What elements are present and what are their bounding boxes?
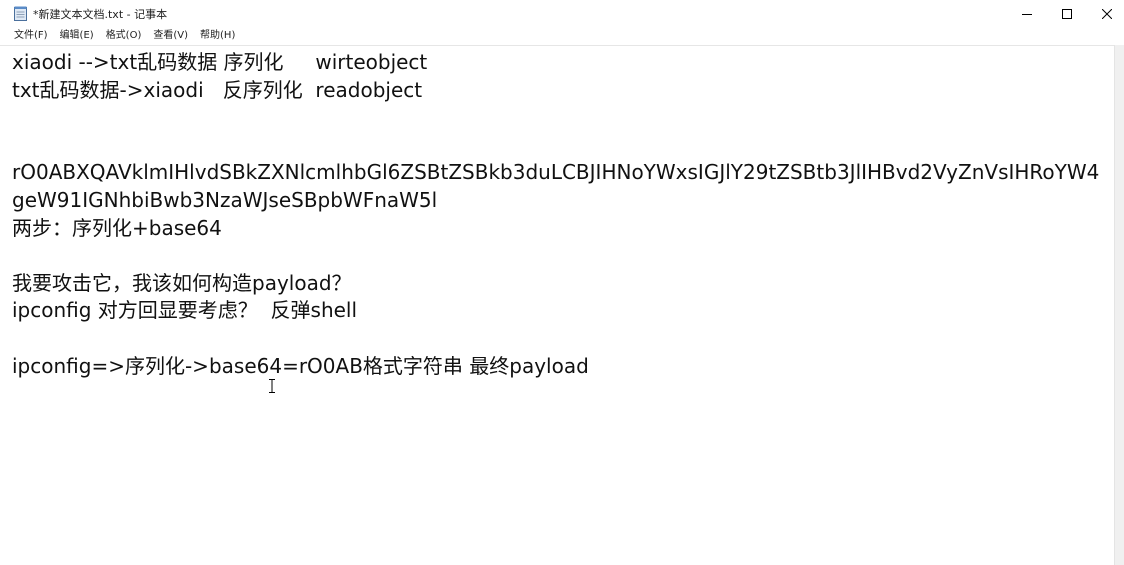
text-line: rO0ABXQAVklmIHlvdSBkZXNlcmlhbGl6ZSBtZSBk… [12, 160, 1100, 212]
text-cursor-icon [269, 379, 275, 393]
text-line: 我要攻击它，我该如何构造payload？ [12, 270, 352, 295]
window-title: *新建文本文档.txt - 记事本 [33, 8, 168, 21]
vertical-scrollbar[interactable] [1114, 45, 1124, 565]
notepad-icon [14, 6, 27, 21]
text-line: txt乱码数据->xiaodi 反序列化 readobject [12, 77, 423, 102]
text-line [12, 242, 1110, 270]
text-editor[interactable]: xiaodi -->txt乱码数据 序列化 wirteobject txt乱码数… [0, 45, 1114, 565]
menu-format[interactable]: 格式(O) [100, 27, 148, 45]
text-line: ipconfig 对方回显要考虑？ 反弹shell [12, 298, 358, 323]
menu-edit[interactable]: 编辑(E) [54, 27, 100, 45]
notepad-window: *新建文本文档.txt - 记事本 文件(F) 编辑(E) 格式(O) 查看(V… [0, 0, 1124, 565]
maximize-icon [1062, 8, 1072, 19]
text-line [12, 104, 1110, 132]
menu-bar: 文件(F) 编辑(E) 格式(O) 查看(V) 帮助(H) [0, 27, 1124, 45]
title-bar[interactable]: *新建文本文档.txt - 记事本 [0, 0, 1124, 27]
close-button[interactable] [1084, 0, 1124, 27]
editor-content[interactable]: xiaodi -->txt乱码数据 序列化 wirteobject txt乱码数… [12, 49, 1110, 380]
text-line: xiaodi -->txt乱码数据 序列化 wirteobject [12, 50, 428, 74]
text-line [12, 325, 1110, 353]
close-icon [1102, 8, 1112, 19]
text-line: 两步：序列化+base64 [12, 215, 222, 240]
menu-view[interactable]: 查看(V) [147, 27, 194, 45]
menu-help[interactable]: 帮助(H) [194, 27, 241, 45]
text-line: ipconfig=>序列化->base64=rO0AB格式字符串 最终paylo… [12, 353, 589, 378]
text-line [12, 132, 1110, 160]
menu-file[interactable]: 文件(F) [0, 27, 54, 45]
minimize-icon [1022, 13, 1032, 15]
